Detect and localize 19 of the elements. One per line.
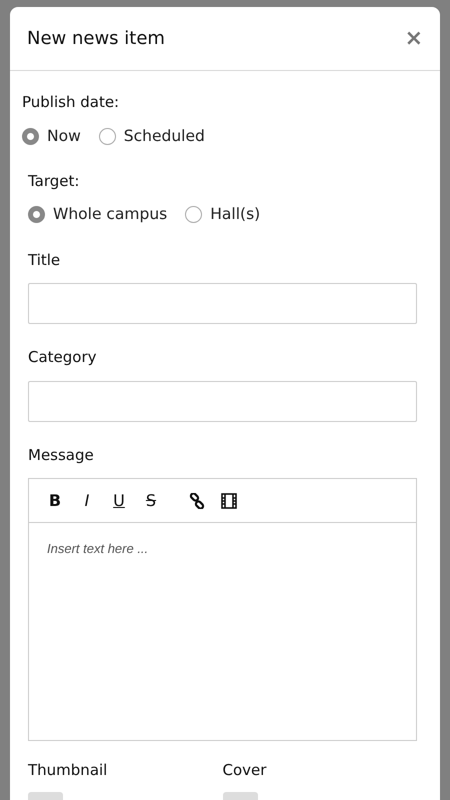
field-label: Category — [28, 347, 98, 368]
radio-option[interactable]: Whole campus — [28, 203, 168, 226]
italic-button[interactable]: I — [78, 492, 96, 508]
text-editor[interactable]: B I U S Insert text here ... — [28, 478, 417, 741]
dialog-title: New news item — [27, 28, 165, 50]
placeholder-text: Insert text here ... — [46, 540, 150, 558]
upload-label: Thumbnail — [28, 760, 108, 781]
underline-button[interactable]: U — [110, 492, 128, 508]
field-label: Message — [28, 444, 95, 466]
radio-option[interactable]: Now — [22, 124, 81, 148]
radio-option[interactable]: Scheduled — [98, 124, 205, 148]
bold-button[interactable]: B — [46, 492, 64, 508]
upload-label: Cover — [222, 760, 268, 781]
close-button[interactable]: × — [404, 28, 423, 50]
field-label: Title — [28, 250, 62, 270]
field-label: Publish date: — [22, 92, 120, 113]
field-label: Target: — [28, 170, 80, 192]
strikethrough-button[interactable]: S — [142, 492, 160, 508]
radio-option[interactable]: Hall(s) — [185, 203, 260, 226]
